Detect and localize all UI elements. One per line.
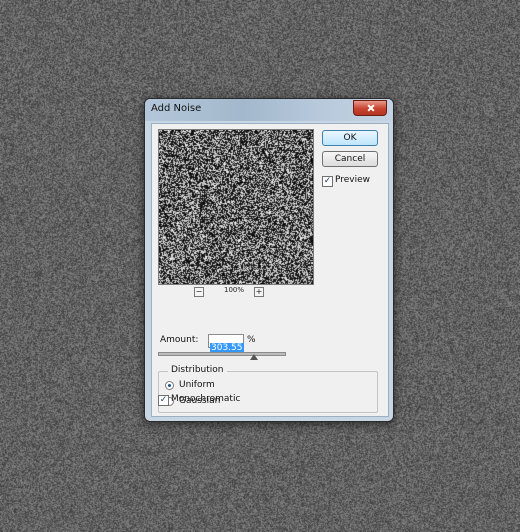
checkmark-icon: ✓ <box>160 395 168 405</box>
close-button[interactable] <box>353 100 387 116</box>
distribution-group: Distribution Uniform Gaussian <box>158 371 378 413</box>
uniform-label[interactable]: Uniform <box>179 380 215 390</box>
add-noise-dialog: Add Noise − 100% + OK Cancel ✓ Preview A… <box>144 98 394 422</box>
amount-label: Amount: <box>160 335 198 345</box>
zoom-level: 100% <box>224 286 244 294</box>
zoom-in-button[interactable]: + <box>254 287 264 297</box>
preview-checkbox[interactable]: ✓ <box>322 176 333 187</box>
dialog-titlebar[interactable]: Add Noise <box>145 99 393 121</box>
monochromatic-label[interactable]: Monochromatic <box>171 394 240 404</box>
amount-unit: % <box>247 335 256 345</box>
preview-label: Preview <box>335 175 370 185</box>
distribution-legend: Distribution <box>168 365 227 375</box>
checkmark-icon: ✓ <box>324 176 332 186</box>
noise-preview[interactable] <box>158 129 314 285</box>
cancel-button[interactable]: Cancel <box>322 151 378 167</box>
monochromatic-checkbox[interactable]: ✓ <box>158 395 169 406</box>
amount-input[interactable]: 303.55 <box>208 334 244 348</box>
zoom-out-button[interactable]: − <box>194 287 204 297</box>
radio-uniform[interactable] <box>165 381 174 390</box>
dialog-title: Add Noise <box>151 103 201 114</box>
amount-slider[interactable] <box>158 352 286 356</box>
amount-slider-thumb[interactable] <box>250 354 258 360</box>
ok-button[interactable]: OK <box>322 130 378 146</box>
dialog-body: − 100% + OK Cancel ✓ Preview Amount: 303… <box>151 123 389 417</box>
preview-image[interactable] <box>159 130 313 284</box>
